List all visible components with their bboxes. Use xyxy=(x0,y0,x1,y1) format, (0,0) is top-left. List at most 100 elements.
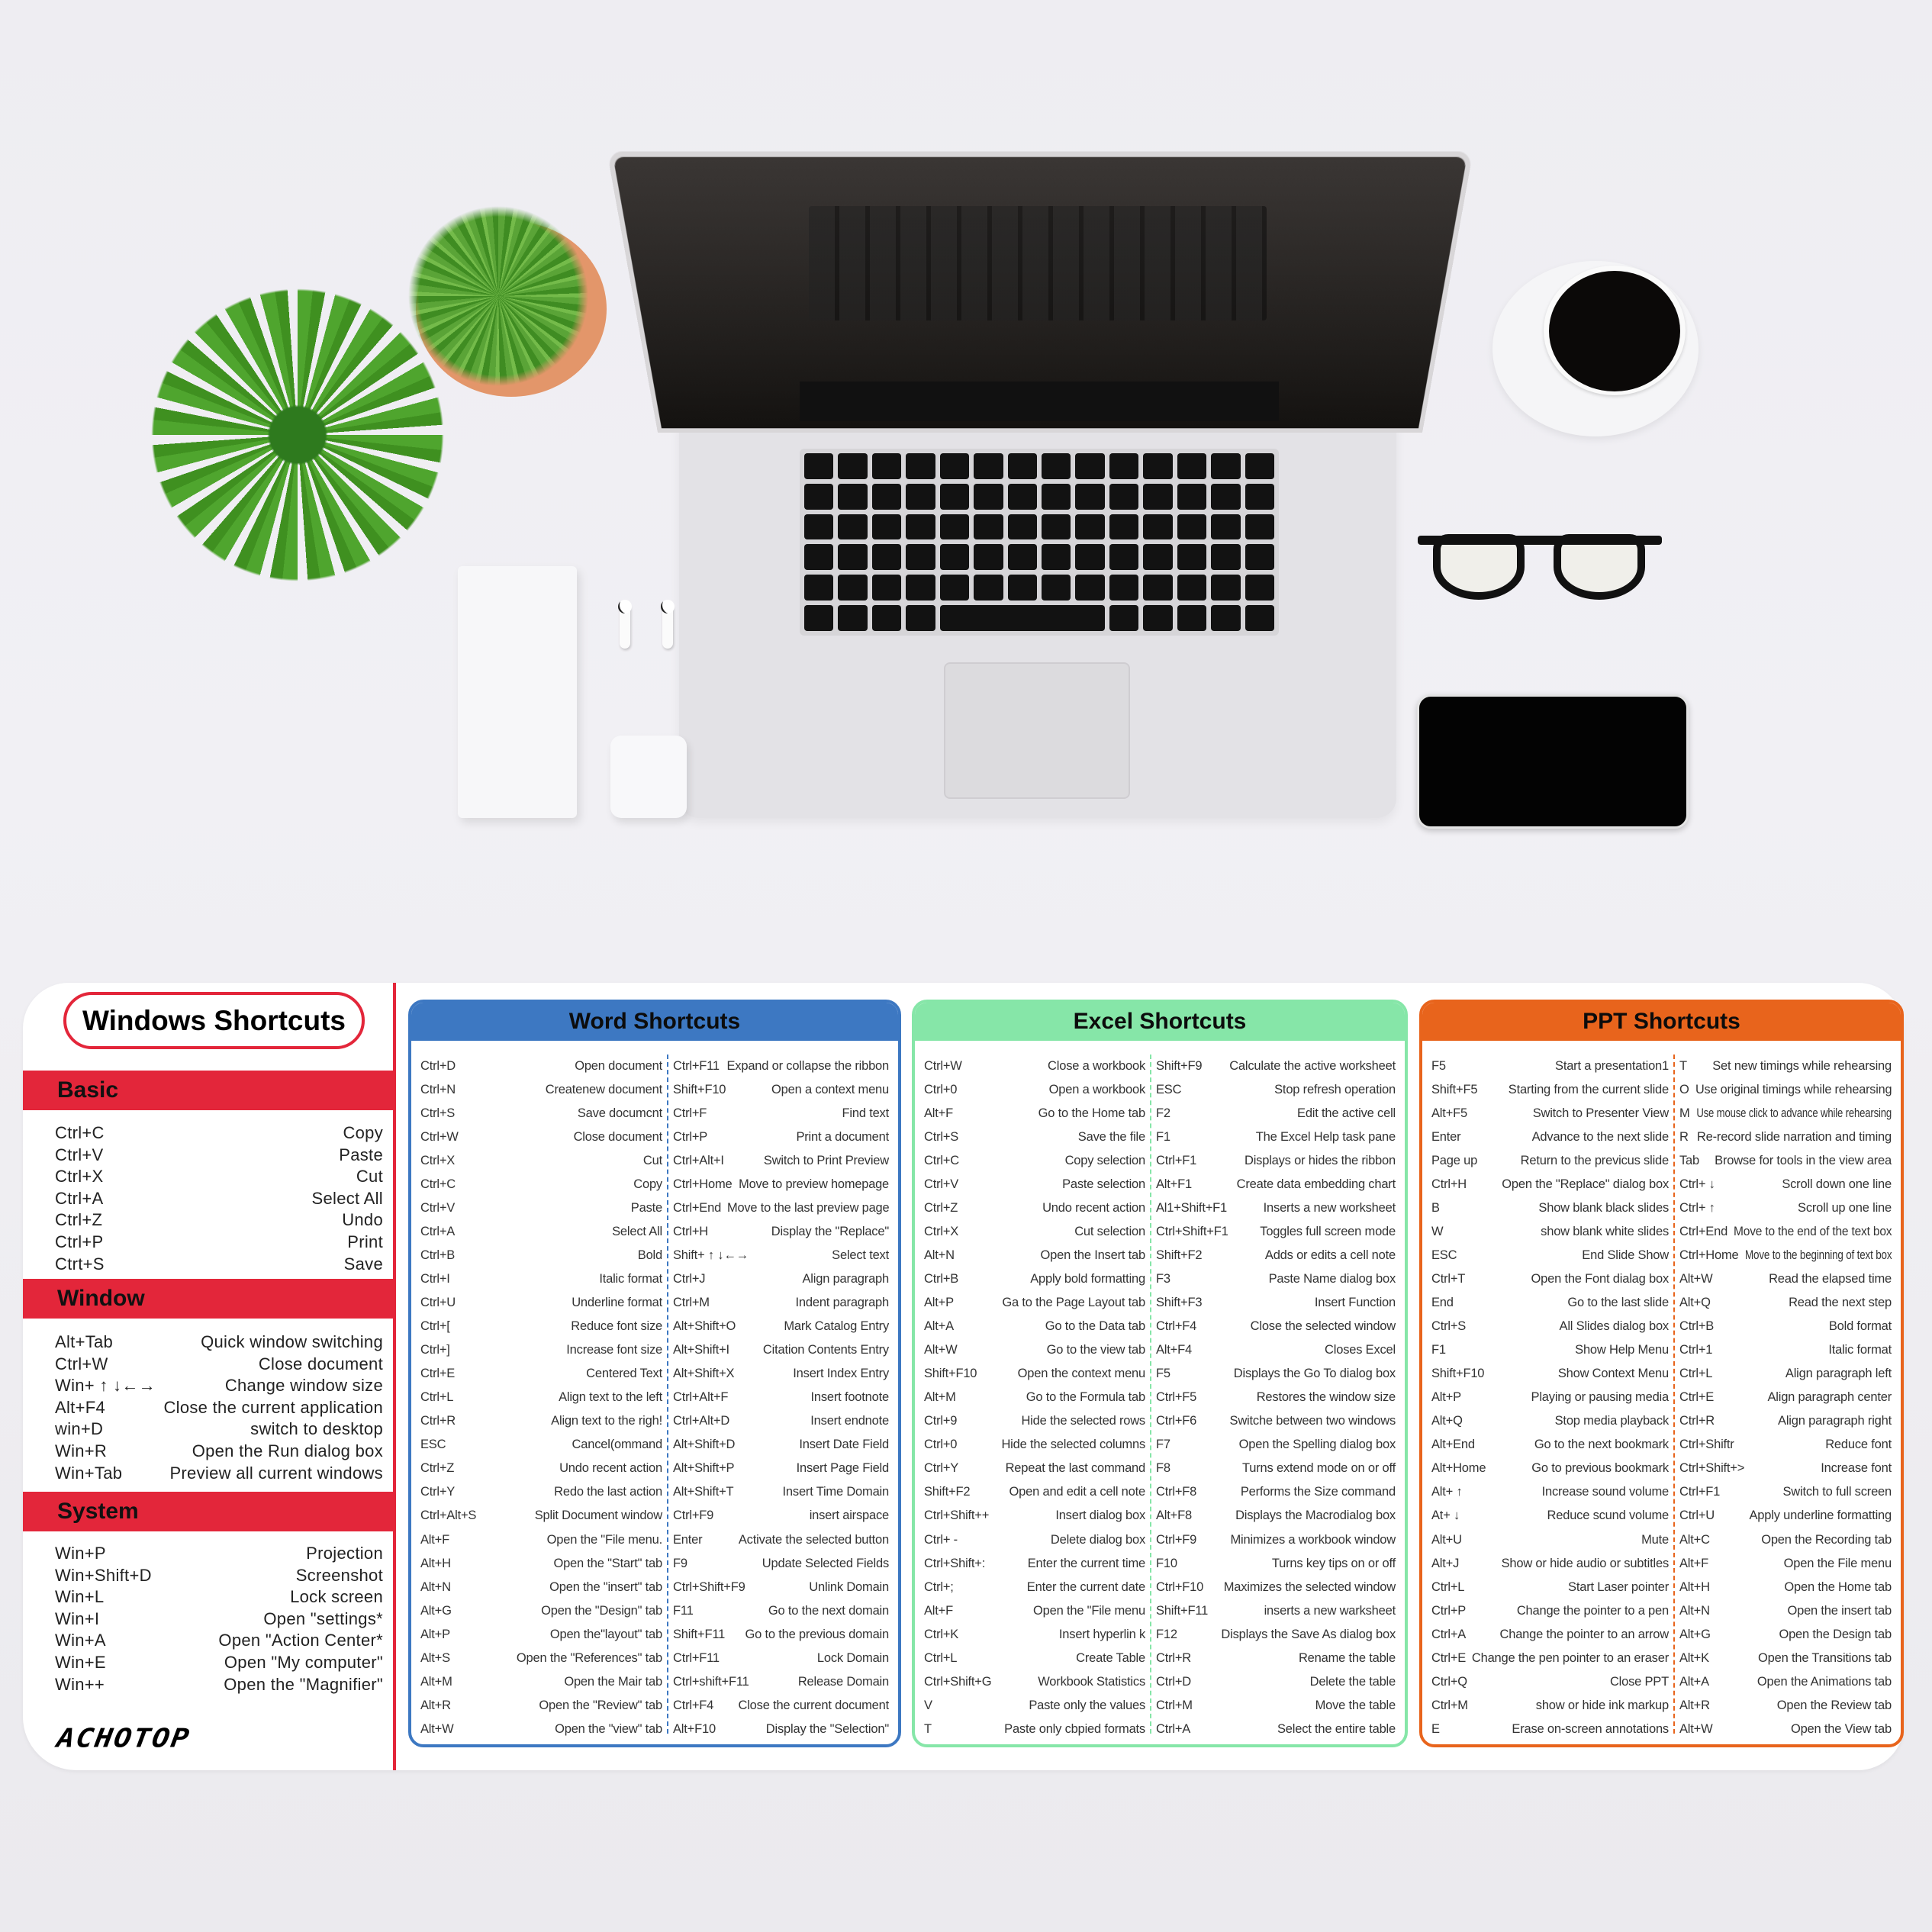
shortcut-row: Alt+W Open the "view" tab xyxy=(420,1718,662,1740)
shortcut-description: Erase on-screen annotations xyxy=(1512,1721,1669,1736)
shortcut-description: Expand or collapse the ribbon xyxy=(726,1058,889,1073)
shortcut-row: B Show blank black slides xyxy=(1431,1197,1669,1219)
shortcut-row: Ctrl+Z Undo recent action xyxy=(420,1458,662,1480)
keyboard-key xyxy=(1041,483,1071,510)
shortcut-key: ESC xyxy=(1431,1248,1457,1262)
shortcut-row: Alt+ ↑ Increase sound volume xyxy=(1431,1482,1669,1503)
shortcut-row: Ctrl+9 Hide the selected rows xyxy=(924,1411,1145,1432)
keyboard-key xyxy=(1245,605,1274,631)
shortcut-description: Adds or edits a cell note xyxy=(1264,1248,1396,1262)
shortcut-description: Screenshot xyxy=(295,1565,383,1585)
shortcut-row: Alt+N Open the insert tab xyxy=(1679,1600,1892,1621)
shortcut-row: Wshow blank white slides xyxy=(1431,1221,1669,1242)
shortcut-key: Ctrl+P xyxy=(673,1129,708,1144)
shortcut-description: Cancel(ommand xyxy=(572,1438,663,1452)
shortcut-row: F11 Go to the next domain xyxy=(673,1600,889,1621)
shortcut-row: Ctrl+J Align paragraph xyxy=(673,1268,889,1290)
shortcut-description: Open the "insert" tab xyxy=(549,1579,662,1594)
shortcut-row: Ctrl+Alt+I Switch to Print Preview xyxy=(673,1150,889,1171)
keyboard-key xyxy=(838,453,868,479)
shortcut-key: Ctrl+P xyxy=(1431,1603,1467,1618)
shortcut-key: Alt+F5 xyxy=(1431,1106,1467,1120)
shortcut-key: Page up xyxy=(1431,1153,1478,1167)
keyboard-key xyxy=(871,544,902,571)
shortcut-row: Ctrl+Alt+D Insert endnote xyxy=(673,1411,889,1432)
shortcut-row: Ctrl+F1 Switch to full screen xyxy=(1679,1482,1892,1503)
shortcut-row: Ctrl+] Increase font size xyxy=(420,1340,662,1361)
shortcut-row: Ctrl+X Cut xyxy=(55,1167,383,1189)
shortcut-key: Win+A xyxy=(55,1631,106,1650)
shortcut-key: F11 xyxy=(673,1603,694,1618)
shortcut-row: End Go to the last slide xyxy=(1431,1293,1669,1314)
shortcut-row: Shift+ ↑ ↓←→ Select text xyxy=(673,1245,889,1266)
shortcut-row: Ctrl+P Change the pointer to a pen xyxy=(1431,1600,1669,1621)
shortcut-row: Win+Shift+D Screenshot xyxy=(55,1566,383,1588)
shortcut-row: Ctrl+0 Hide the selected columns xyxy=(924,1435,1145,1456)
keyboard-key xyxy=(1075,544,1105,571)
shortcut-key: Ctrl+E xyxy=(1679,1390,1715,1405)
keyboard-key xyxy=(1007,544,1037,571)
shortcut-description: Go to the next bookmark xyxy=(1534,1438,1669,1452)
shortcut-description: Align paragraph xyxy=(802,1271,890,1286)
keyboard-key xyxy=(1211,453,1241,479)
shortcut-row: ESC Stop refresh operation xyxy=(1156,1079,1396,1100)
shortcut-key: Ctrl+] xyxy=(420,1343,450,1357)
shortcut-row: Shift+F11 inserts a new warksheet xyxy=(1156,1600,1396,1621)
shortcut-key: Ctrl+Shift++ xyxy=(924,1509,990,1523)
shortcut-key: Ctrl+R xyxy=(1679,1414,1715,1428)
shortcut-key: Alt+N xyxy=(420,1579,451,1594)
shortcut-description: Start Laser pointer xyxy=(1568,1579,1669,1594)
shortcut-description: Bold xyxy=(637,1248,662,1262)
shortcut-row: Ctrl+End Move to the last preview page xyxy=(673,1197,890,1219)
shortcut-row: Ctrl+S Save the file xyxy=(924,1126,1145,1148)
shortcut-key: F3 xyxy=(1156,1271,1170,1286)
shortcut-key: Ctrl+shift+F11 xyxy=(673,1674,749,1689)
shortcut-row: Alt+Shift+X Insert Index Entry xyxy=(673,1364,889,1385)
shortcut-description: Go to the Formula tab xyxy=(1026,1390,1145,1405)
shortcut-row: Ctrl+C Copy xyxy=(420,1174,662,1195)
shortcut-row: Alt+F4 Close the current application xyxy=(55,1398,383,1420)
shortcut-description: Align paragraph left xyxy=(1785,1367,1892,1381)
shortcut-key: Shift+F10 xyxy=(673,1082,726,1096)
shortcut-row: Ctrl+Q Close PPT xyxy=(1431,1671,1669,1692)
keyboard-key xyxy=(1245,514,1274,540)
windows-section-header: Basic xyxy=(23,1071,393,1110)
shortcut-key: Shift+F2 xyxy=(924,1485,971,1499)
keyboard-key xyxy=(1075,514,1105,540)
shortcut-row: Shift+F3 Insert Function xyxy=(1156,1293,1396,1314)
shortcut-description: Move to the end of the text box xyxy=(1734,1224,1892,1238)
shortcut-key: Alt+G xyxy=(420,1603,452,1618)
airpods-case xyxy=(610,736,687,818)
shortcut-key: Ctrl+Home xyxy=(673,1177,733,1191)
shortcut-description: Unlink Domain xyxy=(809,1579,889,1594)
keyboard-key xyxy=(939,605,1105,631)
shortcut-row: Ctrl+S Save documcnt xyxy=(420,1103,662,1124)
keyboard-key xyxy=(1007,575,1037,601)
shortcut-description: Open the "File menu. xyxy=(546,1532,663,1547)
shortcut-description: Release Domain xyxy=(797,1674,889,1689)
shortcut-key: Tab xyxy=(1679,1153,1700,1167)
shortcut-description: Open the "References" tab xyxy=(516,1650,662,1665)
keyboard-key xyxy=(1109,605,1139,631)
shortcut-description: Create data embedding chart xyxy=(1236,1177,1396,1191)
shortcut-key: Alt+Shift+X xyxy=(673,1367,735,1381)
keyboard-key xyxy=(871,453,902,479)
shortcut-row: Ctrl+Shift+> Increase font xyxy=(1679,1458,1892,1480)
keyboard-key xyxy=(906,605,935,631)
keyboard-key xyxy=(906,514,935,540)
shortcut-key: Ctrt+S xyxy=(55,1254,105,1274)
shortcut-description: Open the insert tab xyxy=(1787,1603,1892,1618)
shortcut-key: ESC xyxy=(1156,1082,1182,1096)
shortcut-key: Ctrl+L xyxy=(924,1650,958,1665)
shortcut-key: Alt+Shift+P xyxy=(673,1461,735,1476)
eyeglasses xyxy=(1418,534,1662,600)
shortcut-key: Ctrl+L xyxy=(1431,1579,1465,1594)
shortcut-key: Alt+F4 xyxy=(55,1397,105,1417)
shortcut-description: Find text xyxy=(842,1106,890,1120)
shortcut-key: Alt+Shift+T xyxy=(673,1485,734,1499)
shortcut-key: Ctrl+; xyxy=(924,1579,954,1594)
shortcut-key: At+ ↓ xyxy=(1431,1509,1460,1523)
shortcut-row: Shift+F11 Go to the previous domain xyxy=(673,1624,889,1645)
shortcut-row: Ctrl+A Select the entire table xyxy=(1156,1718,1396,1740)
shortcut-description: Set new timings while rehearsing xyxy=(1712,1058,1892,1073)
